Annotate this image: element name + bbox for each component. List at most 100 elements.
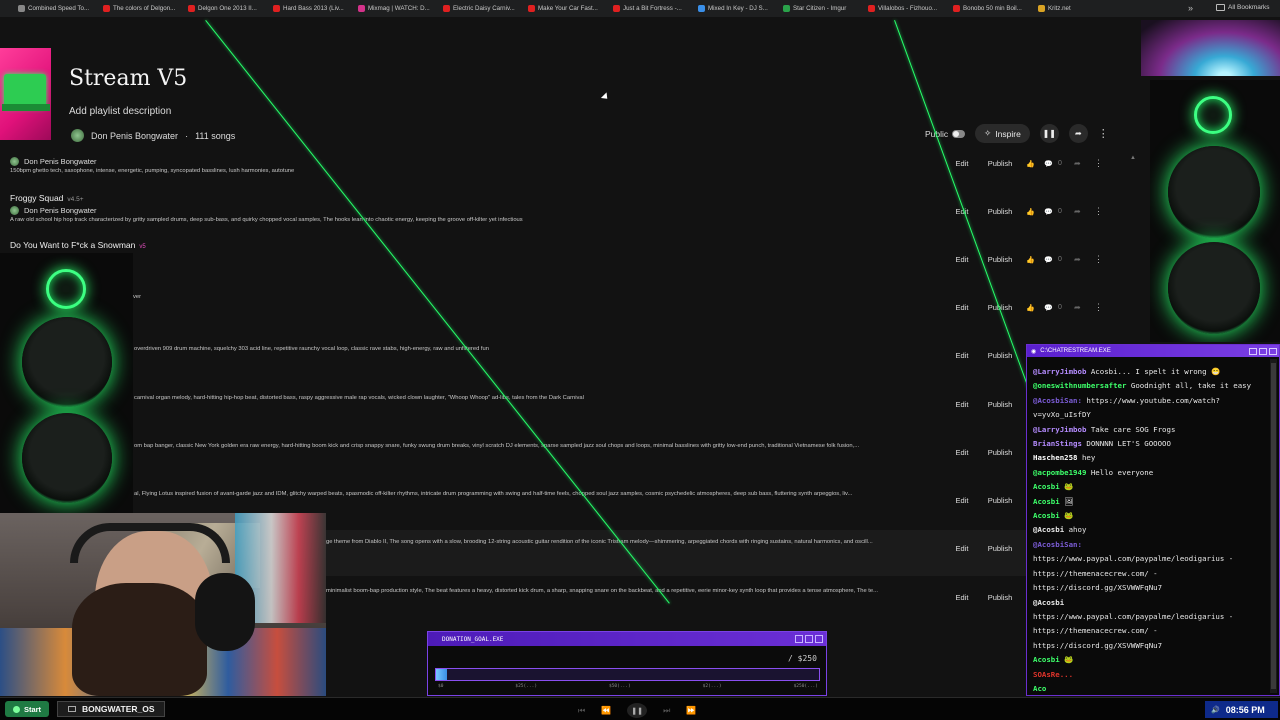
bookmarks-overflow-button[interactable]: » xyxy=(1188,3,1193,13)
song-title[interactable]: Froggy Squad v4.5+ xyxy=(10,193,84,203)
bookmark-item[interactable]: Electric Daisy Carniv... xyxy=(443,5,528,12)
song-row[interactable]: overdriven 909 drum machine, squelchy 30… xyxy=(0,337,1110,383)
bookmark-item[interactable]: The colors of Delgon... xyxy=(103,5,188,12)
publish-button[interactable]: Publish xyxy=(980,252,1020,267)
edit-button[interactable]: Edit xyxy=(949,303,975,312)
public-toggle[interactable] xyxy=(952,129,966,138)
edit-button[interactable]: Edit xyxy=(949,207,975,216)
close-button[interactable] xyxy=(1269,347,1277,355)
edit-button[interactable]: Edit xyxy=(949,351,975,360)
like-icon[interactable]: 👍 xyxy=(1026,160,1038,168)
bookmark-item[interactable]: Just a Bit Fortress -... xyxy=(613,5,698,12)
previous-icon[interactable]: ⏮ xyxy=(578,706,585,716)
taskbar-app-bongwater-os[interactable]: BONGWATER_OS xyxy=(57,701,165,717)
more-options-icon[interactable]: ⋮ xyxy=(1094,206,1103,217)
edit-button[interactable]: Edit xyxy=(949,255,975,264)
bookmark-item[interactable]: Mixed In Key - DJ S... xyxy=(698,5,783,12)
edit-button[interactable]: Edit xyxy=(949,496,975,505)
song-row[interactable]: Do You Want to F*ck a Snowman v5 Edit Publi… xyxy=(0,240,1110,287)
more-options-icon[interactable]: ⋮ xyxy=(1094,254,1103,265)
like-icon[interactable]: 👍 xyxy=(1026,304,1038,312)
bookmark-item[interactable]: Make Your Car Fast... xyxy=(528,5,613,12)
chat-username[interactable]: SOAsRe... xyxy=(1033,670,1073,679)
chat-username[interactable]: Haschen258 xyxy=(1033,453,1078,462)
inspire-button[interactable]: ✧ Inspire xyxy=(975,124,1030,143)
share-icon[interactable]: ➦ xyxy=(1074,303,1092,312)
chat-username[interactable]: @Acosbi xyxy=(1033,525,1064,534)
more-options-button[interactable]: ⋮ xyxy=(1098,127,1109,140)
pause-button[interactable]: ❚❚ xyxy=(1039,124,1059,143)
bookmark-item[interactable]: Villalobos - Fizhouo... xyxy=(868,5,953,12)
publish-button[interactable]: Publish xyxy=(980,348,1020,363)
rewind-icon[interactable]: ⏪ xyxy=(601,706,611,715)
bookmark-item[interactable]: Kritz.net xyxy=(1038,5,1123,12)
more-options-icon[interactable]: ⋮ xyxy=(1094,302,1103,313)
comment-icon[interactable]: 💬 xyxy=(1044,160,1054,168)
share-icon[interactable]: ➦ xyxy=(1074,255,1092,264)
chat-username[interactable]: Acosbi xyxy=(1033,655,1060,664)
playlist-title[interactable]: Stream V5 xyxy=(69,66,187,91)
like-icon[interactable]: 👍 xyxy=(1026,208,1038,216)
chat-username[interactable]: Aco xyxy=(1033,684,1046,693)
song-title[interactable]: Do You Want to F*ck a Snowman v5 xyxy=(10,240,146,250)
bookmark-item[interactable]: Delgon One 2013 II... xyxy=(188,5,273,12)
publish-button[interactable]: Publish xyxy=(980,204,1020,219)
chat-username[interactable]: @AcosbiSan: xyxy=(1033,396,1082,405)
start-button[interactable]: Start xyxy=(5,701,49,717)
share-button[interactable]: ➦ xyxy=(1068,124,1088,143)
bookmark-item[interactable]: Bonobo 50 min Boil... xyxy=(953,5,1038,12)
chat-username[interactable]: @AcosbiSan: xyxy=(1033,540,1082,549)
publish-button[interactable]: Publish xyxy=(980,397,1020,412)
chat-username[interactable]: @LarryJimbob xyxy=(1033,367,1086,376)
owner-name[interactable]: Don Penis Bongwater xyxy=(91,131,178,141)
chat-username[interactable]: @oneswithnumbersafter xyxy=(1033,381,1126,390)
edit-button[interactable]: Edit xyxy=(949,544,975,553)
publish-button[interactable]: Publish xyxy=(980,541,1020,556)
chat-username[interactable]: BrianStings xyxy=(1033,439,1082,448)
share-icon[interactable]: ➦ xyxy=(1074,207,1092,216)
edit-button[interactable]: Edit xyxy=(949,400,975,409)
song-row[interactable]: om bap banger, classic New York golden e… xyxy=(0,434,1110,480)
bookmark-item[interactable]: Combined Speed To... xyxy=(18,5,103,12)
scroll-up-icon[interactable]: ▲ xyxy=(1130,155,1136,161)
chat-scrollbar[interactable] xyxy=(1270,359,1277,693)
owner-avatar[interactable] xyxy=(71,129,84,142)
skip-icon[interactable]: ⏩ xyxy=(686,706,696,715)
chat-username[interactable]: Acosbi xyxy=(1033,482,1060,491)
minimize-button[interactable] xyxy=(1249,347,1257,355)
all-bookmarks-button[interactable]: All Bookmarks xyxy=(1216,4,1270,11)
maximize-button[interactable] xyxy=(1259,347,1267,355)
song-row[interactable]: ver Edit Publish 👍 💬 0 ➦ ⋮ xyxy=(0,289,1110,335)
publish-button[interactable]: Publish xyxy=(980,156,1020,171)
edit-button[interactable]: Edit xyxy=(949,159,975,168)
bookmark-item[interactable]: Star Citizen - Imgur xyxy=(783,5,868,12)
like-icon[interactable]: 👍 xyxy=(1026,256,1038,264)
comment-icon[interactable]: 💬 xyxy=(1044,304,1054,312)
song-row[interactable]: Froggy Squad v4.5+ Don Penis Bongwater A ra… xyxy=(0,193,1110,239)
chat-username[interactable]: @acpombe1949 xyxy=(1033,468,1086,477)
edit-button[interactable]: Edit xyxy=(949,593,975,602)
chat-username[interactable]: Acosbi xyxy=(1033,497,1060,506)
next-icon[interactable]: ⏭ xyxy=(663,706,670,716)
share-icon[interactable]: ➦ xyxy=(1074,159,1092,168)
chat-username[interactable]: @Acosbi xyxy=(1033,598,1064,607)
comment-icon[interactable]: 💬 xyxy=(1044,256,1054,264)
song-artist[interactable]: Don Penis Bongwater xyxy=(10,206,97,215)
volume-icon[interactable]: 🔊 xyxy=(1211,706,1220,714)
playlist-description[interactable]: Add playlist description xyxy=(69,106,171,117)
chat-username[interactable]: Acosbi xyxy=(1033,511,1060,520)
playlist-cover-image[interactable] xyxy=(0,48,51,140)
chat-username[interactable]: @LarryJimbob xyxy=(1033,425,1086,434)
bookmark-item[interactable]: Mixmag | WATCH: D... xyxy=(358,5,443,12)
maximize-button[interactable] xyxy=(805,635,813,643)
more-options-icon[interactable]: ⋮ xyxy=(1094,158,1103,169)
publish-button[interactable]: Publish xyxy=(980,300,1020,315)
minimize-button[interactable] xyxy=(795,635,803,643)
comment-icon[interactable]: 💬 xyxy=(1044,208,1054,216)
publish-button[interactable]: Publish xyxy=(980,590,1020,605)
song-artist[interactable]: Don Penis Bongwater xyxy=(10,157,97,166)
publish-button[interactable]: Publish xyxy=(980,493,1020,508)
close-button[interactable] xyxy=(815,635,823,643)
edit-button[interactable]: Edit xyxy=(949,448,975,457)
play-pause-button[interactable]: ❚❚ xyxy=(627,703,648,718)
